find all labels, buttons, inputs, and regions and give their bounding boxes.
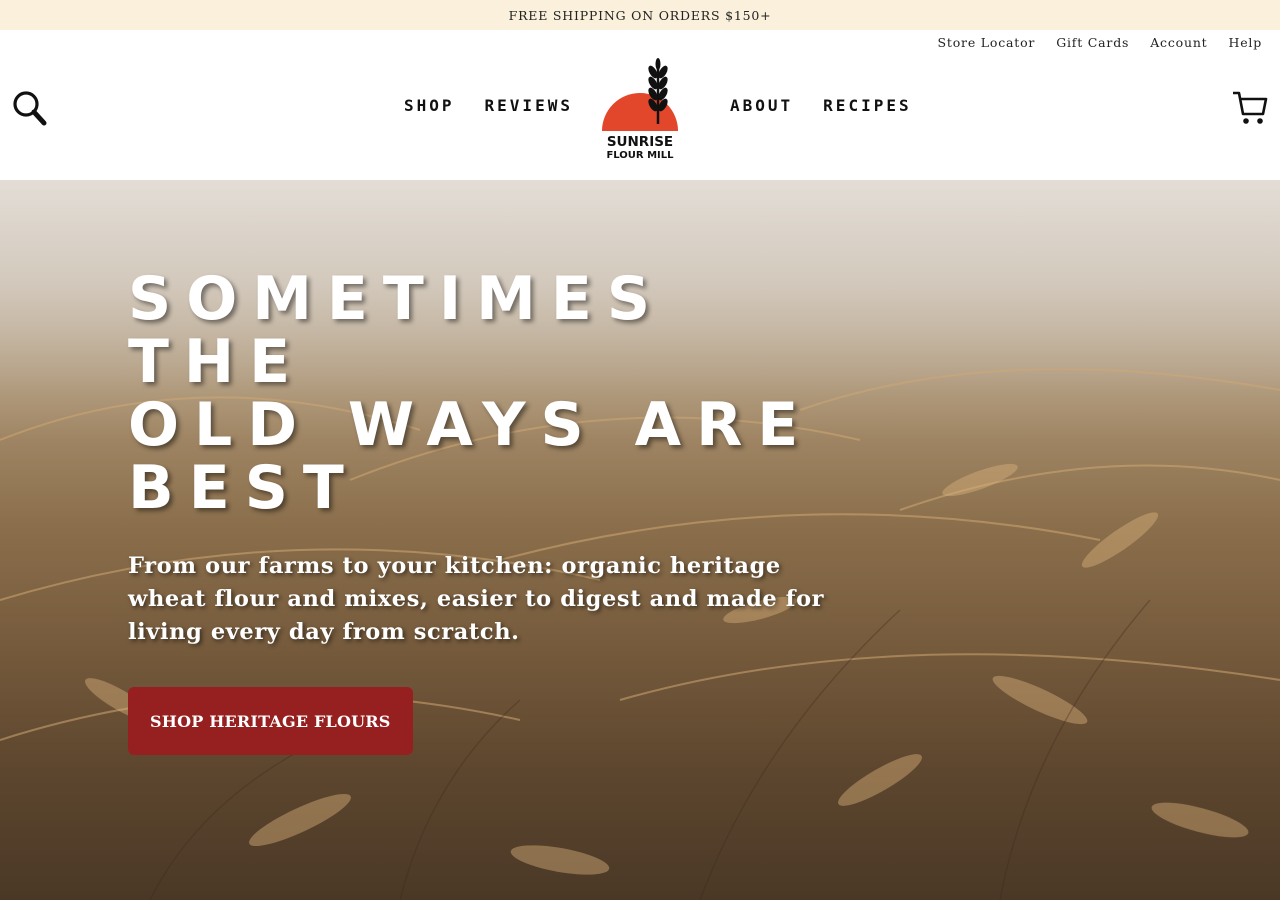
hero-banner: SOMETIMES THE OLD WAYS ARE BEST From our… [0, 180, 1280, 900]
announcement-text: FREE SHIPPING ON ORDERS $150+ [508, 7, 772, 23]
logo-line2: FLOUR MILL [606, 150, 674, 160]
help-link[interactable]: Help [1229, 35, 1263, 50]
gift-cards-link[interactable]: Gift Cards [1056, 35, 1129, 50]
main-nav-right: ABOUT RECIPES [730, 96, 912, 115]
announcement-bar: FREE SHIPPING ON ORDERS $150+ [0, 0, 1280, 30]
cart-icon[interactable] [1232, 90, 1268, 126]
nav-about[interactable]: ABOUT [730, 96, 793, 115]
search-icon[interactable] [12, 90, 48, 128]
main-nav-left: SHOP REVIEWS [404, 96, 573, 115]
headline-line-3: BEST [128, 453, 359, 523]
logo-sun [602, 93, 678, 131]
account-link[interactable]: Account [1150, 35, 1207, 50]
nav-recipes[interactable]: RECIPES [823, 96, 911, 115]
nav-shop[interactable]: SHOP [404, 96, 455, 115]
logo-line1: SUNRISE [607, 134, 673, 150]
hero-headline: SOMETIMES THE OLD WAYS ARE BEST [128, 268, 848, 520]
headline-line-2: OLD WAYS ARE [128, 390, 814, 460]
store-locator-link[interactable]: Store Locator [938, 35, 1036, 50]
site-header: Store Locator Gift Cards Account Help SH… [0, 30, 1280, 180]
hero-subtext: From our farms to your kitchen: organic … [128, 553, 825, 645]
shop-heritage-flours-button[interactable]: SHOP HERITAGE FLOURS [128, 687, 413, 755]
utility-nav: Store Locator Gift Cards Account Help [938, 35, 1262, 50]
site-logo[interactable]: SUNRISE FLOUR MILL [598, 58, 682, 161]
nav-reviews[interactable]: REVIEWS [485, 96, 573, 115]
hero-content: SOMETIMES THE OLD WAYS ARE BEST From our… [128, 268, 848, 755]
headline-line-1: SOMETIMES THE [128, 264, 666, 397]
